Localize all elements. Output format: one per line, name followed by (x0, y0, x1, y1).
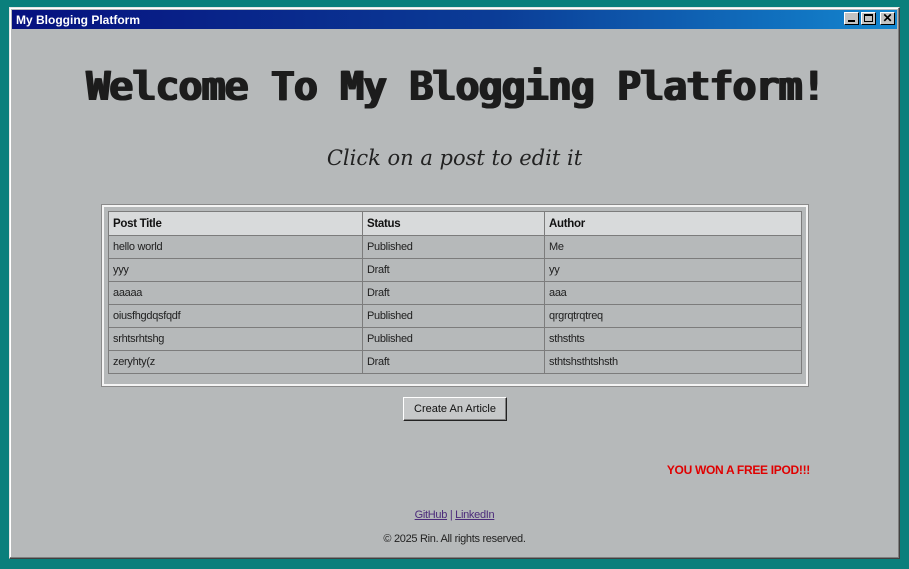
column-header-post-title: Post Title (108, 211, 363, 236)
close-icon[interactable]: ✕ (880, 11, 895, 25)
post-status-cell[interactable]: Draft (362, 350, 545, 374)
posts-table: Post Title Status Author hello world Pub… (108, 211, 802, 374)
post-status-cell[interactable]: Published (362, 327, 545, 351)
post-author-cell[interactable]: Me (544, 235, 802, 259)
post-author-cell[interactable]: qrgrqtrqtreq (544, 304, 802, 328)
post-title-cell[interactable]: aaaaa (108, 281, 363, 305)
linkedin-link[interactable]: LinkedIn (455, 509, 495, 521)
table-row[interactable]: aaaaa Draft aaa (108, 281, 802, 305)
page-subtitle: Click on a post to edit it (326, 146, 583, 170)
table-header-row: Post Title Status Author (108, 211, 802, 236)
post-title-cell[interactable]: yyy (108, 258, 363, 282)
post-author-cell[interactable]: sthsthts (544, 327, 802, 351)
post-title-cell[interactable]: srhtsrhtshg (108, 327, 363, 351)
post-status-cell[interactable]: Published (362, 235, 545, 259)
minimize-icon[interactable] (844, 12, 859, 25)
title-bar[interactable]: My Blogging Platform ✕ (12, 10, 897, 29)
post-title-cell[interactable]: zeryhty(z (108, 350, 363, 374)
post-status-cell[interactable]: Published (362, 304, 545, 328)
github-link[interactable]: GitHub (415, 509, 448, 521)
post-author-cell[interactable]: sthtshsthtshsth (544, 350, 802, 374)
table-row[interactable]: zeryhty(z Draft sthtshsthtshsth (108, 350, 802, 374)
maximize-icon[interactable] (861, 12, 876, 25)
footer-links: GitHub | LinkedIn (10, 509, 899, 521)
post-author-cell[interactable]: aaa (544, 281, 802, 305)
post-status-cell[interactable]: Draft (362, 258, 545, 282)
table-row[interactable]: oiusfhgdqsfqdf Published qrgrqtrqtreq (108, 304, 802, 328)
post-author-cell[interactable]: yy (544, 258, 802, 282)
window-title: My Blogging Platform (16, 12, 140, 27)
column-header-author: Author (544, 211, 802, 236)
create-article-button[interactable]: Create An Article (403, 397, 507, 421)
post-title-cell[interactable]: oiusfhgdqsfqdf (108, 304, 363, 328)
footer-link-separator: | (449, 509, 453, 521)
posts-table-frame: Post Title Status Author hello world Pub… (101, 204, 809, 387)
app-window: My Blogging Platform ✕ Welcome To My Blo… (9, 7, 900, 559)
table-row[interactable]: srhtsrhtshg Published sthsthts (108, 327, 802, 351)
copyright-text: © 2025 Rin. All rights reserved. (383, 533, 526, 545)
column-header-status: Status (362, 211, 545, 236)
post-title-cell[interactable]: hello world (108, 235, 363, 259)
promo-banner[interactable]: YOU WON A FREE IPOD!!! (650, 463, 810, 477)
post-status-cell[interactable]: Draft (362, 281, 545, 305)
window-controls: ✕ (844, 11, 895, 25)
table-row[interactable]: hello world Published Me (108, 235, 802, 259)
page-title: Welcome To My Blogging Platform! (85, 64, 825, 110)
table-row[interactable]: yyy Draft yy (108, 258, 802, 282)
